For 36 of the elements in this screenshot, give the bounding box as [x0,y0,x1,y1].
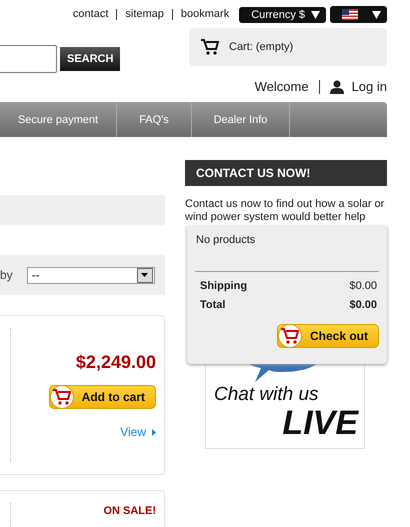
contact-text: Contact us now to find out how a solar or wind power system would better help [185,198,386,224]
nav-item[interactable]: Secure payment [0,102,117,137]
contact-heading: CONTACT US NOW! [185,160,387,186]
product-price: $2,249.00 [76,352,156,373]
search-field[interactable] [0,44,57,72]
empty-cart-text: No products [196,234,256,246]
view-link[interactable]: View [120,425,156,439]
top-link[interactable]: bookmark [172,9,238,20]
currency-dropdown[interactable]: Currency $ [239,6,326,22]
user-icon [330,80,344,94]
cart-icon [52,389,71,405]
cart-icon [201,39,219,55]
cart-row-label: Shipping [200,280,248,292]
add-to-cart-button[interactable]: Add to cart [48,385,156,409]
login-link[interactable]: Log in [330,79,387,94]
welcome-text: Welcome [254,79,309,94]
checkout-button[interactable]: Check out [276,324,379,348]
nav-item[interactable]: FAQ's [117,102,192,137]
cart-icon [280,328,299,344]
live-text: LIVE [282,406,358,440]
chat-text: Chat with us [214,384,319,406]
caret-icon [311,10,320,18]
nav-item[interactable]: Dealer Info [192,102,290,137]
arrow-icon [152,428,156,436]
sort-select[interactable]: -- [26,266,155,284]
search-button[interactable]: SEARCH [60,46,120,70]
cart-row-value: $0.00 [349,280,377,292]
language-dropdown[interactable] [330,6,387,23]
flag-icon [342,9,358,20]
sale-label: ON SALE! [103,505,156,517]
cart-summary[interactable]: Cart: (empty) [189,28,387,66]
top-link[interactable]: sitemap [116,9,172,20]
caret-icon [141,273,148,277]
top-link[interactable]: contact [64,9,116,20]
sort-label: by [0,268,13,282]
caret-icon [372,10,381,18]
